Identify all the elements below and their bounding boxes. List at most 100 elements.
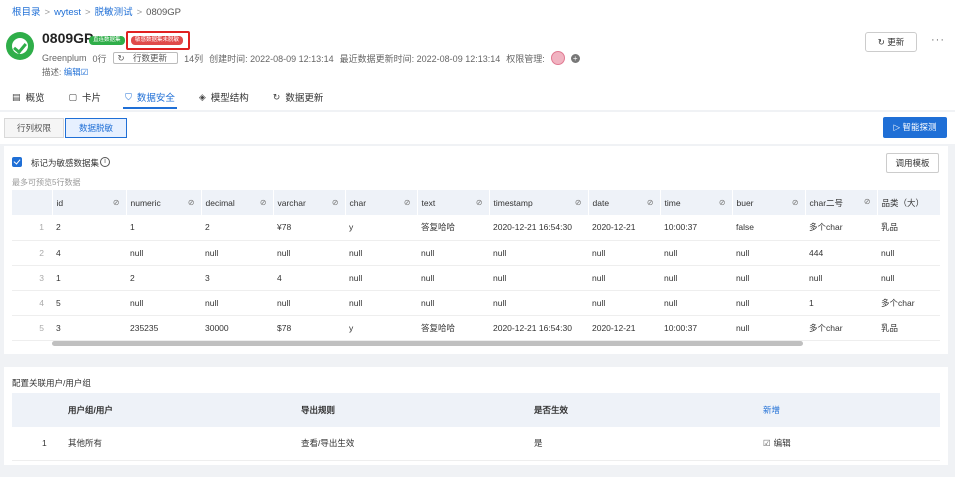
table-cell: null [660,290,732,316]
table-cell: 答复哈哈 [417,315,489,341]
table-cell: null [732,290,805,316]
source-label: Greenplum [42,53,87,63]
table-cell: null [877,265,940,291]
table-cell: $78 [273,315,345,341]
row-update-button[interactable]: ↻ 行数更新 [112,52,179,64]
add-new-link[interactable]: 新增 [763,393,940,427]
preview-note: 最多可预览5行数据 [12,178,81,187]
edit-icon: ☑ [80,67,89,77]
table-cell: 2020-12-21 16:54:30 [489,215,588,241]
table-cell: null [732,315,805,341]
row-number: 2 [12,240,52,266]
table-cell: 10:00:37 [660,315,732,341]
table-cell: y [345,215,417,241]
row-number: 4 [12,290,52,316]
table-cell: null [588,265,660,291]
table-cell: null [732,265,805,291]
subtab-bar [0,112,955,144]
column-header[interactable]: numeric ⊘ [126,190,202,215]
column-header[interactable]: 品类（大） [877,190,941,215]
edit-description-link[interactable]: 编辑 [64,67,81,77]
edit-button[interactable]: ☑ 编辑 [763,427,940,461]
table-cell: 乳品 [877,215,940,241]
table-cell: 4 [52,240,126,266]
refresh-icon: ↻ [272,91,281,102]
horizontal-scrollbar[interactable] [52,341,803,346]
tab-card[interactable]: ▢ 卡片 [69,90,102,105]
table-cell: null [588,290,660,316]
table-cell: null [417,290,489,316]
table-row: 3 1 2 3 4 null null null null null null null null [12,265,940,291]
config-title: 配置关联用户/用户组 [12,378,91,388]
update-button[interactable]: ↻ 更新 [865,32,917,52]
dataset-meta: Greenplum 0行 ↻ 行数更新 14列 创建时间: 2022-08-09… [42,51,586,65]
table-cell: null [588,240,660,266]
table-cell: y [345,315,417,341]
tab-data-update[interactable]: ↻ 数据更新 [272,90,324,105]
table-row: 5 3 235235 30000 $78 y 答复哈哈 2020-12-21 16:54:30… [12,315,940,341]
column-header[interactable]: date ⊘ [588,190,661,215]
table-cell: null [126,290,201,316]
mask-icon[interactable]: ⊘ [260,198,267,207]
cube-icon: ◈ [198,91,206,102]
tab-data-security[interactable]: ⛉ 数据安全 [123,90,177,109]
smart-detect-button[interactable]: ▷ 智能探测 [883,117,947,138]
table-cell: null [345,265,417,291]
shield-icon: ⛉ [125,91,132,102]
column-header[interactable]: time ⊘ [660,190,733,215]
row-number: 1 [12,215,52,241]
more-icon[interactable]: ··· [931,34,945,46]
preview-table: id ⊘ numeric ⊘ decimal ⊘ varchar ⊘ char ⊘ tex… [12,190,941,341]
table-cell: null [273,290,345,316]
permission-label: 权限管理: [506,53,545,64]
mask-icon[interactable]: ⊘ [113,198,120,207]
column-header[interactable]: varchar ⊘ [273,190,346,215]
mask-icon[interactable]: ⊘ [476,198,483,207]
column-header[interactable]: char ⊘ [345,190,418,215]
mask-icon[interactable]: ⊘ [575,198,582,207]
table-cell: 10:00:37 [660,215,732,241]
table-header: id ⊘ numeric ⊘ decimal ⊘ varchar ⊘ char ⊘ tex… [12,190,941,215]
table-cell: 235235 [126,315,201,341]
info-icon[interactable]: i [100,157,110,167]
sensitive-checkbox[interactable] [12,157,22,167]
use-template-button[interactable]: 调用模板 [886,153,939,173]
row-number: 5 [12,315,52,341]
table-cell: 多个char [805,315,877,341]
mask-icon[interactable]: ⊘ [719,198,726,207]
table-cell: null [417,265,489,291]
mask-icon[interactable]: ⊘ [332,198,339,207]
mask-icon[interactable]: ⊘ [404,198,411,207]
tab-model-structure[interactable]: ◈ 模型结构 [198,90,249,105]
breadcrumb-root[interactable]: 根目录 [12,7,41,18]
column-header[interactable]: id ⊘ [52,190,127,215]
mask-icon[interactable]: ⊘ [647,198,654,207]
column-header[interactable]: char二号 ⊘ [805,190,878,215]
edit-icon: ☑ [763,438,771,449]
column-header[interactable]: timestamp ⊘ [489,190,589,215]
mask-icon[interactable]: ⊘ [792,198,799,207]
subtab-row-col-permission[interactable]: 行列权限 [4,118,64,138]
avatar[interactable] [550,51,565,65]
tab-overview[interactable]: ▤ 概览 [12,90,45,105]
rule-column-header: 导出规则 [301,393,534,427]
column-header[interactable]: buer ⊘ [732,190,806,215]
table-cell: null [345,290,417,316]
breadcrumb-wytest[interactable]: wytest [54,7,81,18]
table-cell: null [201,290,273,316]
table-cell: 3 [52,315,126,341]
main-tabs: ▤ 概览 ▢ 卡片 ⛉ 数据安全 ◈ 模型结构 ↻ 数据更新 [12,90,347,109]
row-number-header [12,190,53,215]
column-header[interactable]: decimal ⊘ [201,190,274,215]
table-cell: 2 [126,265,201,291]
add-permission-icon[interactable]: + [570,53,580,63]
updated-time: 最近数据更新时间: 2022-08-09 12:13:14 [339,53,501,64]
breadcrumb-folder[interactable]: 脱敏测试 [95,7,133,18]
mask-icon[interactable]: ⊘ [864,197,871,206]
subtab-data-masking[interactable]: 数据脱敏 [65,118,127,138]
table-cell: null [660,240,732,266]
table-cell: 2 [52,215,126,241]
mask-icon[interactable]: ⊘ [188,198,195,207]
column-header[interactable]: text ⊘ [417,190,490,215]
breadcrumb: 根目录 > wytest > 脱敏测试 >0809GP [12,7,182,18]
